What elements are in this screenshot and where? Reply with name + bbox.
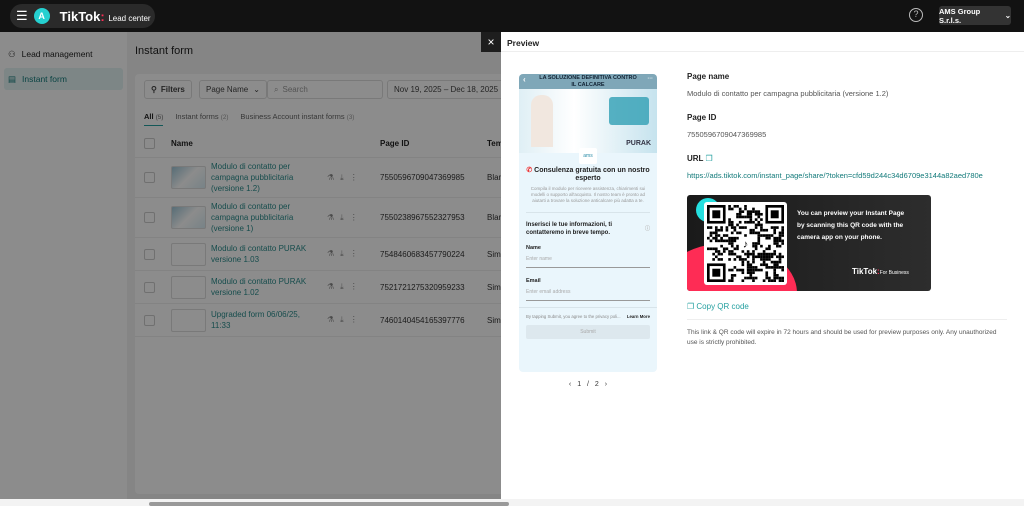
tiktok-business-logo: TikTok:For Business — [852, 267, 909, 276]
avatar[interactable]: A — [33, 8, 50, 24]
logo-brand: TikTok — [59, 8, 101, 24]
banner-image: PURAK — [519, 89, 657, 153]
svg-text:♪: ♪ — [743, 238, 748, 250]
url-label: URL ❐ — [687, 154, 1007, 163]
info-icon: ⓘ — [644, 226, 650, 232]
expiry-note: This link & QR code will expire in 72 ho… — [687, 319, 1007, 348]
horizontal-scrollbar[interactable] — [149, 502, 509, 506]
copy-qr-button[interactable]: ❐ Copy QR code — [687, 302, 1007, 311]
back-icon: ‹ — [523, 75, 526, 84]
more-icon: ··· — [647, 76, 654, 82]
chevron-left-icon[interactable]: ‹ — [569, 381, 571, 388]
chevron-down-icon: ⌄ — [1004, 11, 1011, 20]
menu-icon[interactable]: ☰ — [16, 8, 28, 24]
page-name-label: Page name — [687, 72, 730, 81]
copy-icon[interactable]: ❐ — [706, 154, 713, 163]
page-id-label: Page ID — [687, 113, 717, 122]
logo-product: Lead center — [108, 13, 151, 23]
form-title-text: Inserisci le tue informazioni, ti contat… — [526, 222, 613, 236]
banner-title: LA SOLUZIONE DEFINITIVA CONTRO IL CALCAR… — [539, 75, 637, 88]
consent-text: By tapping Submit, you agree to the priv… — [526, 314, 650, 319]
form-description: Compila il modulo per ricevere assistenz… — [530, 186, 646, 203]
qr-card: ♪ You can preview your Instant Page by s… — [687, 195, 931, 291]
name-field[interactable]: Enter name — [526, 251, 650, 268]
phone-preview: ‹ LA SOLUZIONE DEFINITIVA CONTRO IL CALC… — [519, 74, 657, 372]
phone-icon: ✆ — [526, 167, 535, 174]
qr-brand: TikTok — [852, 267, 878, 276]
form-heading: ✆ Consulenza gratuita con un nostro espe… — [526, 167, 650, 183]
preview-url-link[interactable]: https://ads.tiktok.com/instant_page/shar… — [687, 171, 1007, 180]
page-indicator: 1 / 2 — [577, 381, 599, 388]
account-switcher[interactable]: AMS Group S.r.l.s. ⌄ — [939, 6, 1011, 25]
copy-icon: ❐ — [687, 302, 697, 311]
learn-more-link[interactable]: Learn More — [627, 314, 650, 319]
top-bar: ☰ A TikTok: Lead center ? AMS Group S.r.… — [0, 0, 1024, 32]
submit-button[interactable]: Submit — [526, 325, 650, 339]
consent: By tapping Submit, you agree to the priv… — [526, 314, 621, 319]
pager: ‹ 1 / 2 › — [519, 381, 657, 388]
banner-brand: PURAK — [626, 140, 651, 147]
url-label-text: URL — [687, 154, 704, 163]
copy-qr-label: Copy QR code — [696, 302, 749, 311]
heading-text: Consulenza gratuita con un nostro espert… — [534, 167, 650, 182]
preview-info: Page name Modulo di contatto per campagn… — [687, 72, 1007, 348]
account-name: AMS Group S.r.l.s. — [939, 6, 981, 25]
page-id-value: 7550596709047369985 — [687, 130, 767, 139]
phone-header: ‹ LA SOLUZIONE DEFINITIVA CONTRO IL CALC… — [519, 74, 657, 89]
qr-code: ♪ — [704, 202, 787, 285]
qr-instructions: You can preview your Instant Page by sca… — [797, 210, 905, 241]
preview-drawer: Preview ‹ LA SOLUZIONE DEFINITIVA CONTRO… — [501, 32, 1024, 499]
page-name-value: Modulo di contatto per campagna pubblici… — [687, 89, 889, 98]
brand-pill: ☰ A TikTok: Lead center — [10, 4, 155, 28]
email-field[interactable]: Enter email address — [526, 284, 650, 301]
close-button[interactable]: × — [481, 32, 501, 52]
chevron-right-icon[interactable]: › — [605, 381, 607, 388]
question-circle-icon[interactable]: ? — [909, 8, 923, 22]
logo: TikTok: Lead center — [59, 8, 151, 24]
brand-logo: ams — [579, 148, 597, 164]
qr-brand-sub: For Business — [879, 270, 909, 276]
form-title: Inserisci le tue informazioni, ti contat… — [526, 221, 650, 237]
drawer-title: Preview — [501, 32, 1024, 52]
